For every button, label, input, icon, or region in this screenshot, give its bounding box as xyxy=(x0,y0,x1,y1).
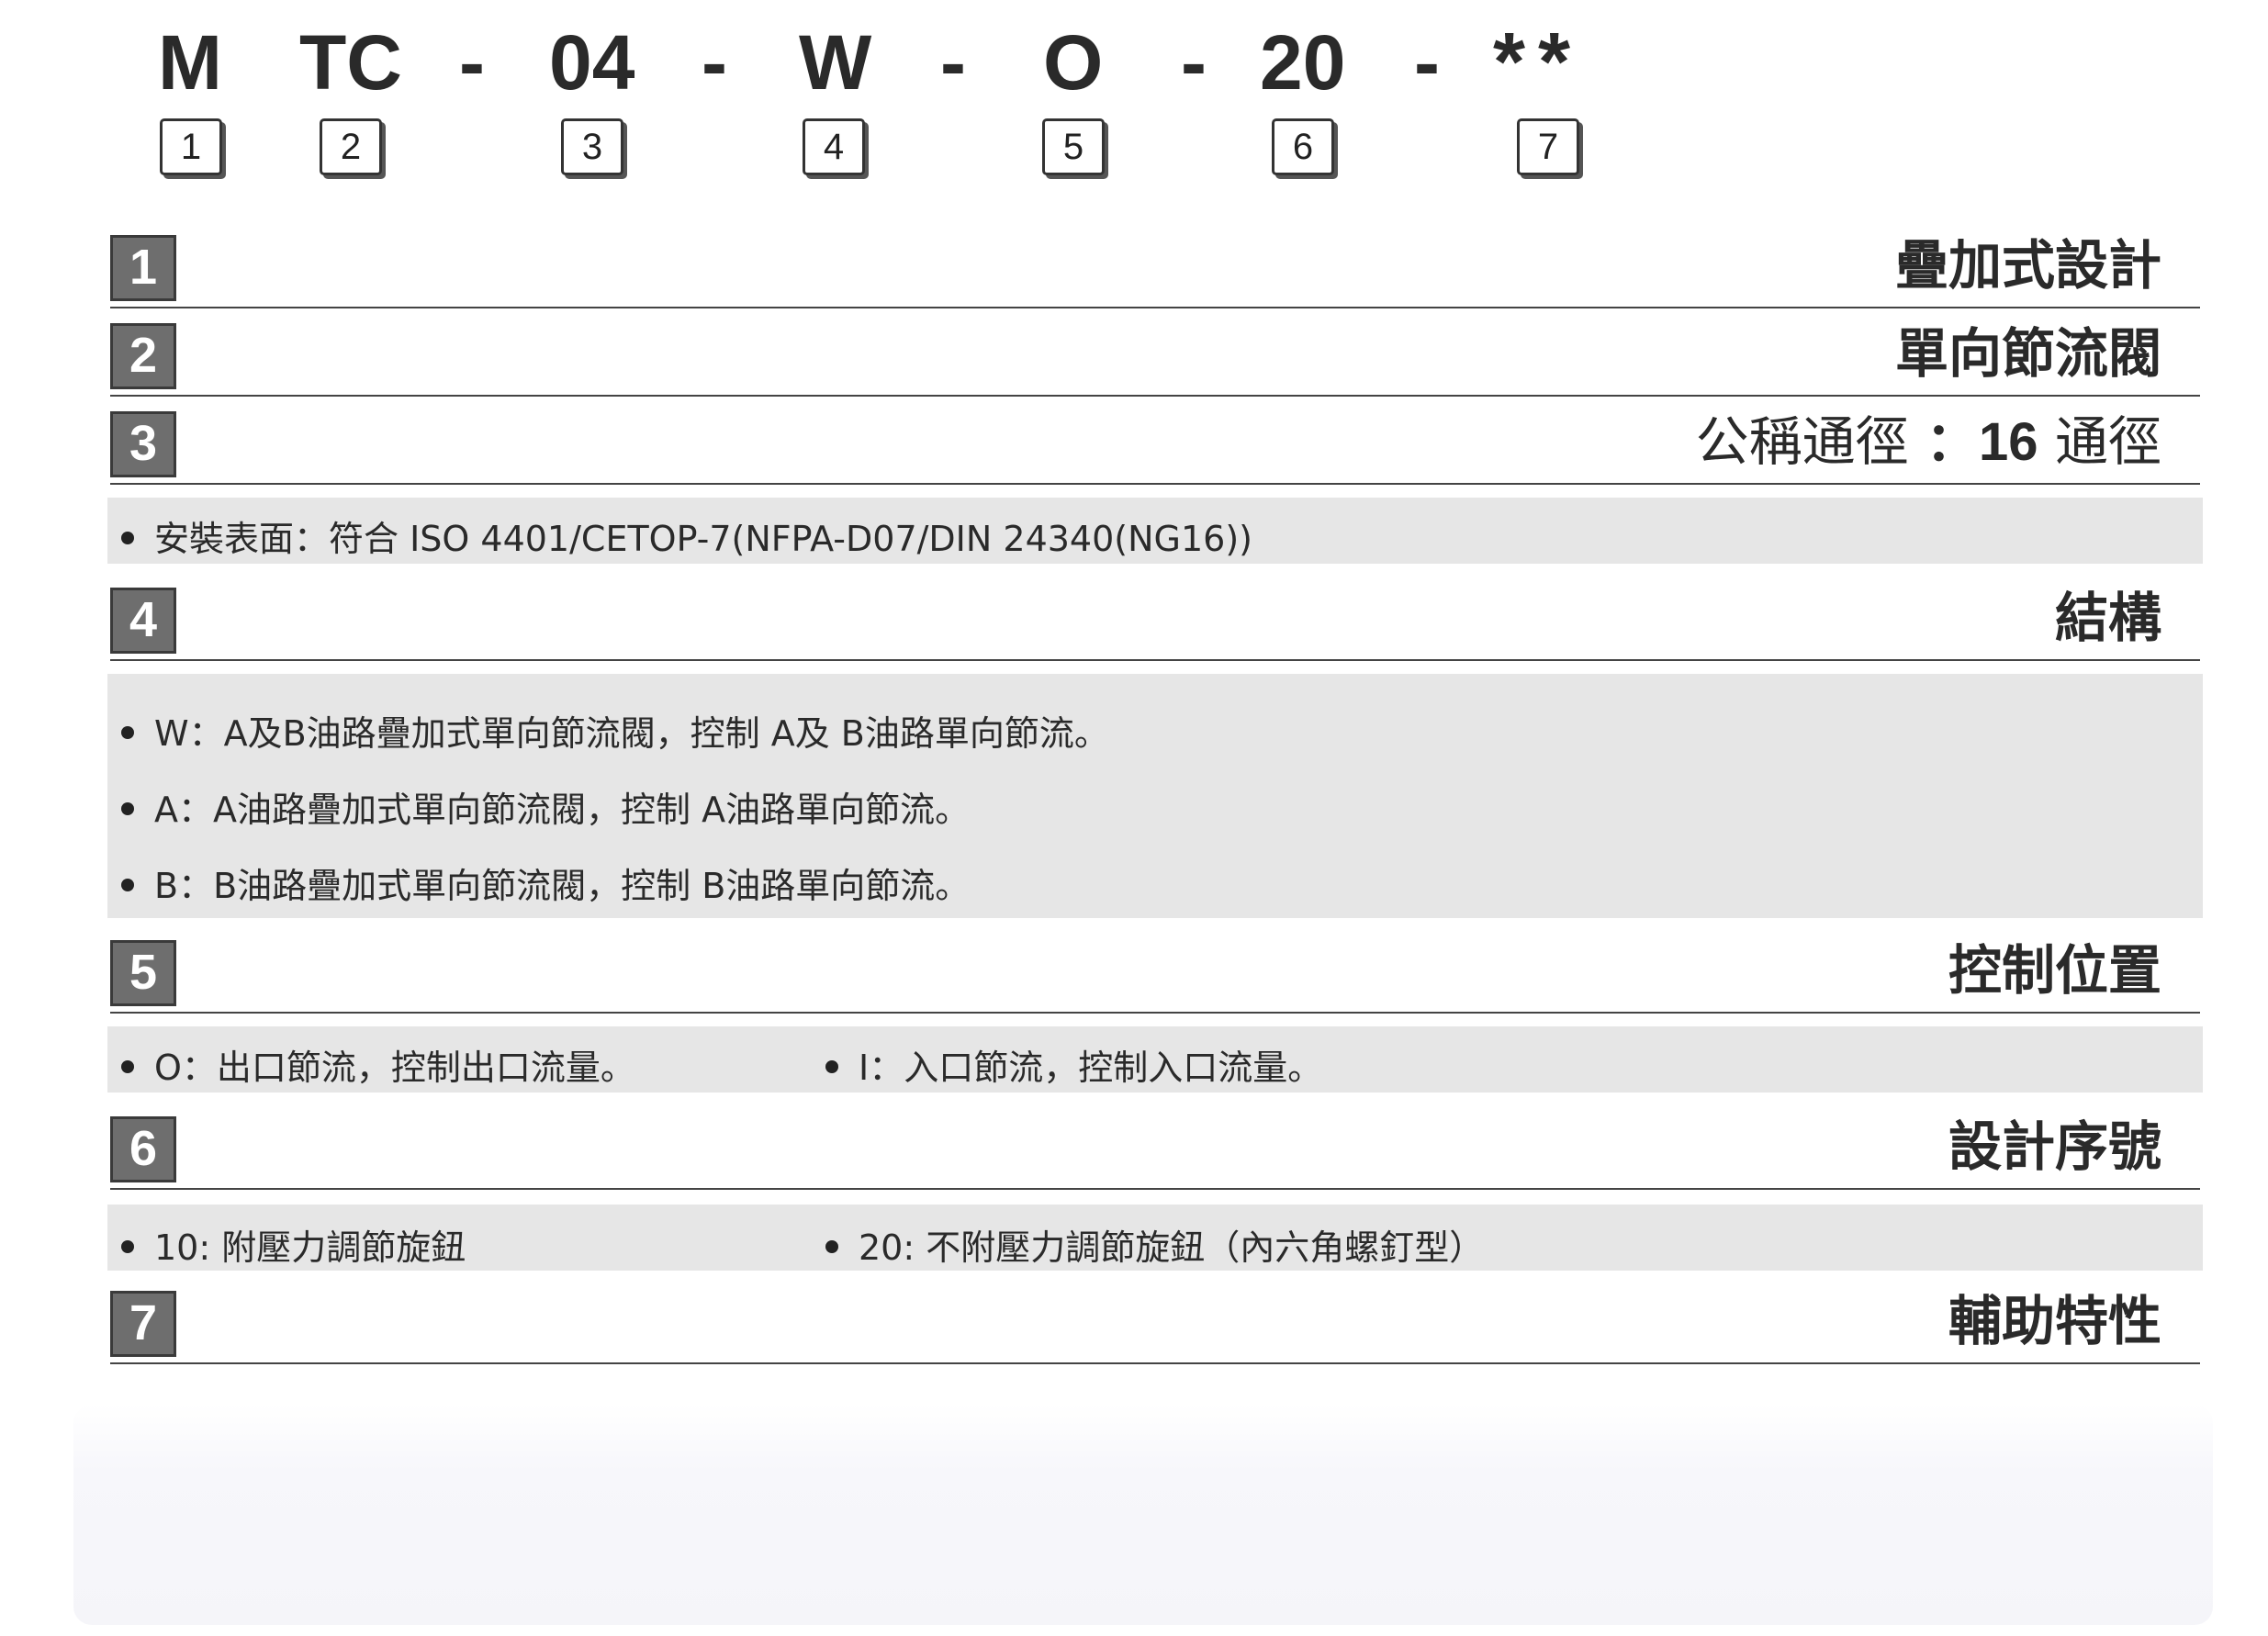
section-title: 設計序號 xyxy=(1948,1115,2161,1178)
mounting-surface-note: 安裝表面：符合 ISO 4401/CETOP-7(NFPA-D07/DIN 24… xyxy=(121,510,1252,561)
code-separator: - xyxy=(940,19,966,106)
section-title: 單向節流閥 xyxy=(1894,322,2161,385)
position-label-3: 3 xyxy=(561,118,623,175)
section-2-header: 2 單向節流閥 xyxy=(110,319,2200,397)
position-label-7: 7 xyxy=(1517,118,1579,175)
control-position-band: O：出口節流，控制出口流量。 I：入口節流，控制入口流量。 xyxy=(107,1026,2203,1093)
code-token-control: O xyxy=(1043,19,1104,106)
section-4-header: 4 結構 xyxy=(110,584,2200,661)
code-token-auxiliary: ** xyxy=(1493,17,1584,108)
section-number: 1 xyxy=(110,235,176,301)
section-number: 4 xyxy=(110,588,176,654)
code-separator: - xyxy=(702,19,727,106)
nominal-size-colon: ： xyxy=(1926,412,1980,472)
code-separator: - xyxy=(1414,19,1440,106)
section-number: 6 xyxy=(110,1116,176,1182)
code-token-structure: W xyxy=(799,19,872,106)
position-label-4: 4 xyxy=(803,118,865,175)
nominal-size-label: 公稱通徑 xyxy=(1695,410,1909,473)
section-7-header: 7 輔助特性 xyxy=(110,1287,2200,1364)
section-title: 控制位置 xyxy=(1948,939,2161,1002)
faded-footer-area xyxy=(73,1405,2213,1625)
structure-option-a: A：A油路疊加式單向節流閥，控制 A油路單向節流。 xyxy=(121,781,970,832)
structure-option-w: W：A及B油路疊加式單向節流閥，控制 A及 B油路單向節流。 xyxy=(121,705,1109,756)
section-3-header: 3 公稱通徑 ：16 通徑 xyxy=(110,408,2200,485)
structure-option-b: B：B油路疊加式單向節流閥，控制 B油路單向節流。 xyxy=(121,857,970,908)
code-token-size: 04 xyxy=(549,19,635,106)
code-token-series: M xyxy=(158,19,222,106)
section-1-header: 1 疊加式設計 xyxy=(110,231,2200,308)
section-title: 輔助特性 xyxy=(1948,1290,2161,1352)
mounting-surface-band: 安裝表面：符合 ISO 4401/CETOP-7(NFPA-D07/DIN 24… xyxy=(107,498,2203,564)
code-token-type: TC xyxy=(299,19,402,106)
control-option-outlet: O：出口節流，控制出口流量。 xyxy=(121,1039,635,1090)
code-separator: - xyxy=(459,19,485,106)
section-title: 疊加式設計 xyxy=(1894,234,2161,297)
section-number: 7 xyxy=(110,1291,176,1357)
nominal-size-value: 16 xyxy=(1979,412,2038,472)
code-separator: - xyxy=(1181,19,1207,106)
section-title: 結構 xyxy=(2054,587,2161,649)
section-number: 5 xyxy=(110,940,176,1006)
section-5-header: 5 控制位置 xyxy=(110,936,2200,1014)
structure-band: W：A及B油路疊加式單向節流閥，控制 A及 B油路單向節流。 A：A油路疊加式單… xyxy=(107,674,2203,918)
section-number: 3 xyxy=(110,411,176,477)
code-token-design: 20 xyxy=(1260,19,1346,106)
position-label-2: 2 xyxy=(320,118,382,175)
nominal-size-unit: 通徑 xyxy=(2054,410,2161,473)
section-6-header: 6 設計序號 xyxy=(110,1113,2200,1190)
control-option-inlet: I：入口節流，控制入口流量。 xyxy=(825,1039,1322,1090)
section-number: 2 xyxy=(110,323,176,389)
position-label-6: 6 xyxy=(1272,118,1334,175)
design-option-20: 20: 不附壓力調節旋鈕（內六角螺釘型） xyxy=(825,1219,1484,1270)
position-label-1: 1 xyxy=(160,118,222,175)
design-option-10: 10: 附壓力調節旋鈕 xyxy=(121,1219,466,1270)
section-title: 公稱通徑 ：16 通徑 xyxy=(1696,398,2161,476)
position-label-5: 5 xyxy=(1042,118,1105,175)
design-number-band: 10: 附壓力調節旋鈕 20: 不附壓力調節旋鈕（內六角螺釘型） xyxy=(107,1205,2203,1271)
